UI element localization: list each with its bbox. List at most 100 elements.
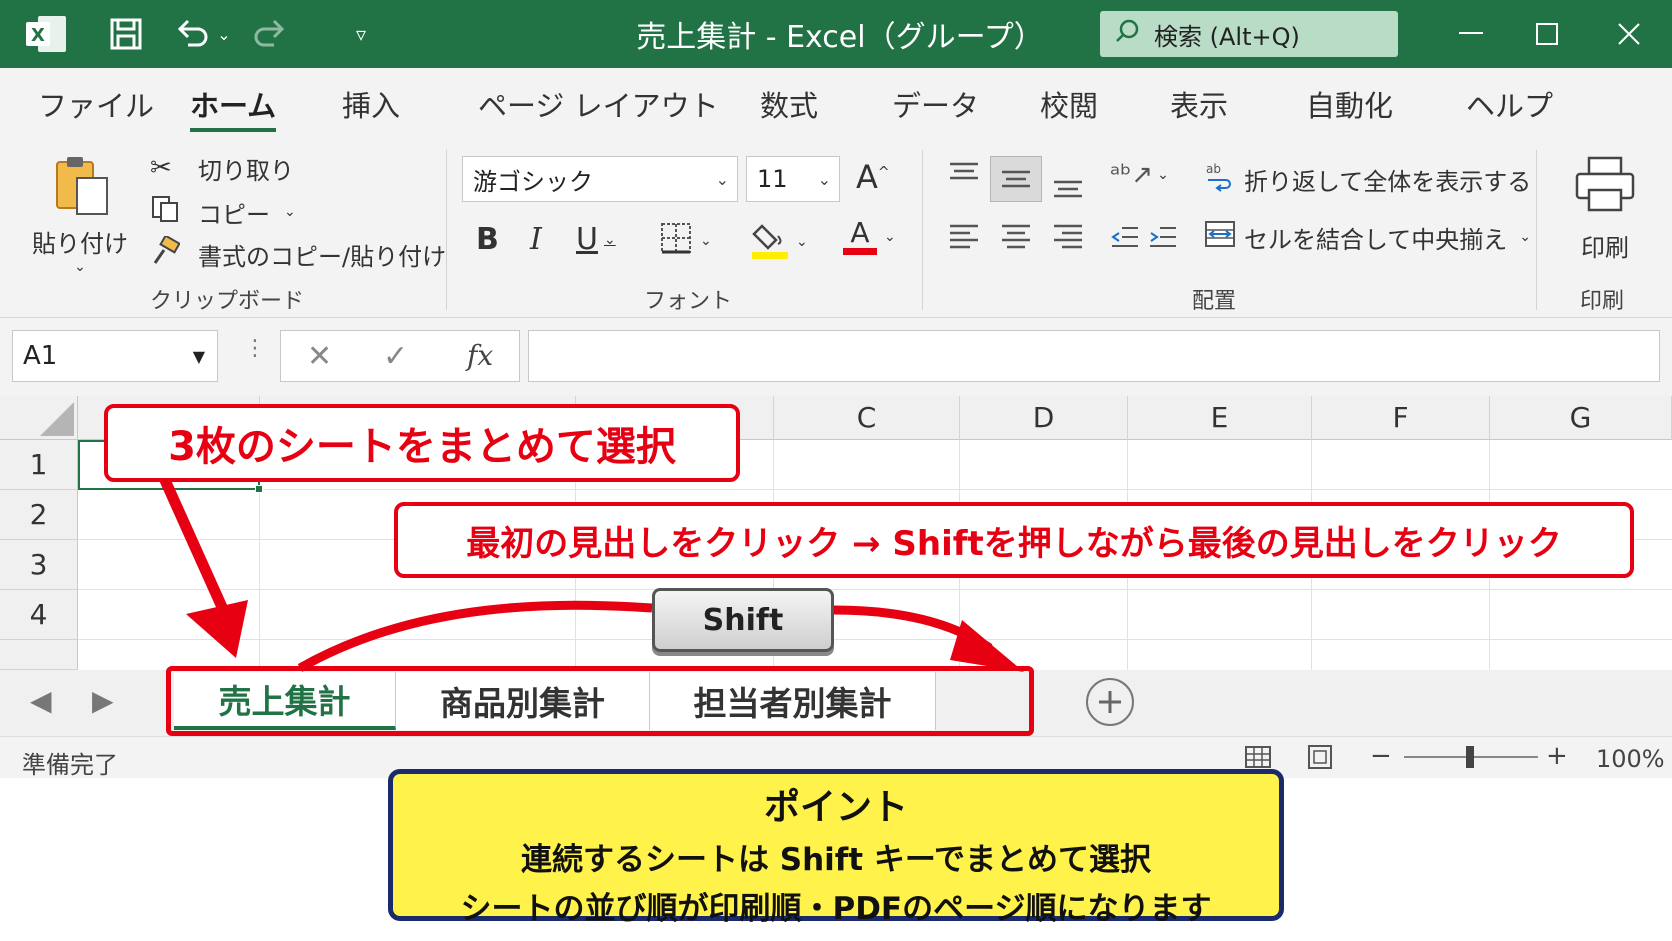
borders-button[interactable]: ⌄ [660, 222, 712, 260]
group-divider [1536, 150, 1537, 310]
undo-icon[interactable] [172, 16, 212, 52]
column-header-g[interactable]: G [1490, 396, 1672, 440]
merge-center-label: セルを結合して中央揃え [1244, 225, 1508, 254]
increase-indent-icon [1150, 227, 1176, 247]
gridline [78, 639, 1672, 640]
orientation-icon: ᵃᵇ↗ [1110, 160, 1154, 190]
close-button[interactable] [1604, 14, 1654, 54]
cut-button[interactable]: ✂ 切り取り [150, 148, 294, 188]
tab-formulas[interactable]: 数式 [760, 68, 818, 140]
increase-indent-button[interactable] [1148, 222, 1178, 252]
align-right-icon [1054, 224, 1082, 249]
orientation-button[interactable]: ᵃᵇ↗ ⌄ [1110, 160, 1169, 190]
title-bar: X ⌄ ▿ 売上集計 - Excel（グループ） 検索 (Alt+Q) [0, 0, 1672, 68]
format-painter-button[interactable]: 書式のコピー/貼り付け [150, 234, 446, 274]
chevron-down-icon: ⌄ [603, 231, 616, 248]
tab-page-layout[interactable]: ページ レイアウト [478, 68, 719, 140]
chevron-down-icon: ⌄ [817, 169, 831, 189]
merge-center-button[interactable]: セルを結合して中央揃え ⌄ [1204, 218, 1531, 256]
column-header-f[interactable]: F [1312, 396, 1490, 440]
tab-file[interactable]: ファイル [38, 68, 154, 140]
title-callout-text: 3枚のシートをまとめて選択 [168, 424, 676, 470]
insert-function-icon[interactable]: fx [467, 339, 493, 372]
font-size-dropdown[interactable]: 11 ⌄ [746, 156, 840, 202]
font-family-dropdown[interactable]: 游ゴシック ⌄ [462, 156, 738, 202]
paintbrush-icon [150, 234, 190, 272]
print-button[interactable]: 印刷 [1570, 152, 1640, 263]
tab-home[interactable]: ホーム [190, 68, 277, 140]
middle-align-button[interactable] [990, 156, 1042, 202]
align-right-button[interactable] [1052, 222, 1084, 252]
row-header-4[interactable]: 4 [0, 590, 78, 640]
excel-logo-icon: X [24, 14, 68, 54]
row-header-3[interactable]: 3 [0, 540, 78, 590]
increase-font-size-button[interactable]: A^ [856, 158, 890, 196]
row-header-2[interactable]: 2 [0, 490, 78, 540]
point-line-1: 連続するシートは Shift キーでまとめて選択 [520, 842, 1152, 878]
paste-button[interactable]: 貼り付け ⌄ [30, 152, 130, 275]
zoom-slider-thumb[interactable] [1466, 746, 1474, 768]
point-box: ポイント 連続するシートは Shift キーでまとめて選択 シートの並び順が印刷… [388, 769, 1284, 927]
tab-view[interactable]: 表示 [1170, 68, 1228, 140]
chevron-down-icon: ⌄ [884, 228, 896, 245]
bold-button[interactable]: B [476, 222, 499, 257]
wrap-text-button[interactable]: ab 折り返して全体を表示する [1204, 160, 1531, 198]
italic-button[interactable]: I [530, 222, 542, 257]
minimize-button[interactable] [1446, 14, 1496, 54]
align-left-icon [950, 224, 978, 249]
tab-help[interactable]: ヘルプ [1466, 68, 1553, 140]
wrap-text-label: 折り返して全体を表示する [1244, 167, 1532, 196]
cancel-icon[interactable]: ✕ [307, 339, 332, 374]
scroll-sheets-right-icon[interactable]: ▶ [92, 684, 114, 717]
font-color-button[interactable]: A ⌄ [842, 218, 896, 255]
redo-icon[interactable] [250, 16, 290, 52]
formula-bar-menu-icon[interactable]: ⋮ [244, 336, 266, 361]
bottom-align-button[interactable] [1052, 170, 1084, 200]
align-middle-icon [1002, 170, 1030, 188]
tab-data[interactable]: データ [892, 68, 979, 140]
new-sheet-button[interactable] [1086, 678, 1134, 726]
fill-color-button[interactable]: ⌄ [752, 218, 808, 266]
column-header-d[interactable]: D [960, 396, 1128, 440]
selected-tabs-highlight [166, 666, 1034, 736]
zoom-in-icon[interactable]: + [1546, 741, 1568, 771]
maximize-button[interactable] [1522, 14, 1572, 54]
decrease-indent-button[interactable] [1110, 222, 1140, 252]
zoom-out-icon[interactable]: − [1370, 741, 1392, 771]
scissors-icon: ✂ [150, 153, 172, 183]
row-header-1[interactable]: 1 [0, 440, 78, 490]
row-header-5[interactable] [0, 640, 78, 670]
group-divider [446, 150, 447, 310]
align-center-button[interactable] [1000, 222, 1032, 252]
scroll-sheets-left-icon[interactable]: ◀ [30, 684, 52, 717]
name-box[interactable]: A1 ▼ [12, 330, 218, 382]
column-header-e[interactable]: E [1128, 396, 1312, 440]
customize-toolbar-icon[interactable]: ▿ [346, 20, 376, 48]
tab-review[interactable]: 校閲 [1040, 68, 1098, 140]
underline-button[interactable]: U ⌄ [576, 222, 616, 257]
page-layout-view-icon[interactable] [1306, 743, 1334, 777]
search-icon [1114, 18, 1140, 50]
instruction-callout: 最初の見出しをクリック → Shiftを押しながら最後の見出しをクリック [394, 502, 1634, 578]
cut-label: 切り取り [198, 156, 294, 185]
zoom-level[interactable]: 100% [1596, 745, 1665, 773]
select-all-corner[interactable] [0, 396, 78, 440]
font-group-label: フォント [644, 289, 733, 314]
italic-label: I [530, 222, 542, 257]
fill-handle[interactable] [255, 485, 263, 493]
font-family-value: 游ゴシック [473, 167, 593, 196]
chevron-down-icon: ⌄ [700, 233, 712, 249]
enter-icon[interactable]: ✓ [383, 339, 408, 374]
font-color-icon: A [842, 218, 878, 255]
save-icon[interactable] [108, 16, 144, 52]
search-box[interactable]: 検索 (Alt+Q) [1100, 11, 1398, 57]
formula-input[interactable] [528, 330, 1660, 382]
undo-dropdown-icon[interactable]: ⌄ [214, 22, 234, 46]
copy-button[interactable]: コピー ⌄ [150, 192, 296, 232]
column-header-c[interactable]: C [774, 396, 960, 440]
printer-icon [1573, 152, 1637, 222]
align-left-button[interactable] [948, 222, 980, 252]
tab-insert[interactable]: 挿入 [342, 68, 400, 140]
tab-automate[interactable]: 自動化 [1306, 68, 1393, 140]
top-align-button[interactable] [948, 160, 980, 190]
